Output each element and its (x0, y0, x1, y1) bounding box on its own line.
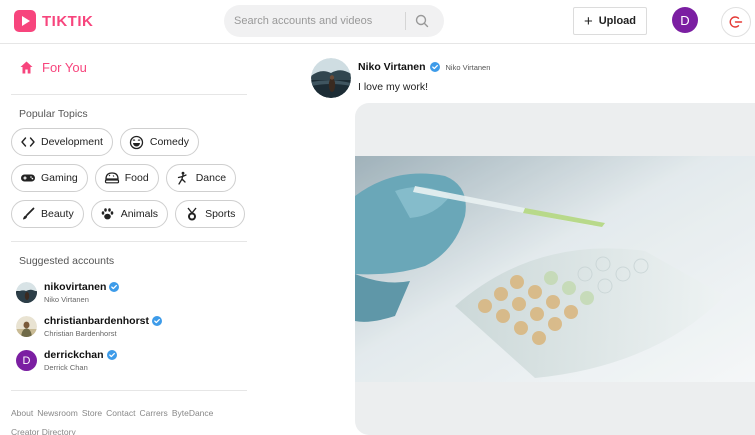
search-bar (224, 5, 444, 37)
user-avatar[interactable]: D (672, 7, 698, 33)
divider (11, 390, 247, 391)
footer-links: About Newsroom Store Contact Carrers Byt… (11, 408, 213, 418)
topic-label: Development (41, 136, 103, 148)
post-author-name: Niko Virtanen (358, 61, 426, 73)
post-author-avatar[interactable] (311, 58, 351, 98)
video-card (355, 103, 755, 435)
footer-link-careers[interactable]: Carrers (139, 408, 167, 418)
topic-label: Animals (120, 208, 159, 220)
footer-link-contact[interactable]: Contact (106, 408, 135, 418)
topic-label: Food (124, 172, 149, 184)
topic-food[interactable]: Food (94, 164, 159, 192)
suggested-account-christianbardenhorst[interactable]: christianbardenhorst Christian Bardenhor… (16, 315, 163, 338)
post-caption: I love my work! (358, 81, 429, 93)
account-display-name: Derrick Chan (44, 363, 88, 372)
post-author[interactable]: Niko Virtanen Niko Virtanen (358, 61, 490, 73)
footer-link-bytedance[interactable]: ByteDance (172, 408, 214, 418)
topic-sports[interactable]: Sports (175, 200, 246, 228)
topic-animals[interactable]: Animals (90, 200, 169, 228)
dance-icon (175, 170, 191, 186)
footer-link-newsroom[interactable]: Newsroom (37, 408, 78, 418)
popular-topics-title: Popular Topics (19, 108, 88, 120)
suggested-account-derrickchan[interactable]: D derrickchan Derrick Chan (16, 349, 117, 372)
account-username: christianbardenhorst (44, 315, 150, 327)
divider (11, 241, 247, 242)
post-author-handle: Niko Virtanen (445, 62, 491, 72)
account-display-name: Niko Virtanen (44, 295, 89, 304)
search-input[interactable] (224, 15, 404, 27)
footer-link-creator-directory[interactable]: Creator Directory (11, 427, 76, 435)
topic-label: Comedy (149, 136, 189, 148)
logo-icon (14, 10, 36, 32)
topic-beauty[interactable]: Beauty (11, 200, 84, 228)
logout-button[interactable] (721, 7, 751, 37)
account-display-name: Christian Bardenhorst (44, 329, 117, 338)
code-icon (20, 134, 36, 150)
topic-label: Sports (205, 208, 236, 220)
paw-icon (100, 206, 116, 222)
logo-text: TIKTIK (42, 12, 94, 30)
app-logo[interactable]: TIKTIK (14, 10, 93, 32)
food-icon (104, 170, 120, 186)
logout-icon (729, 16, 743, 28)
avatar (16, 316, 37, 337)
search-icon[interactable] (414, 13, 430, 29)
footer-link-about[interactable]: About (11, 408, 33, 418)
for-you-label: For You (42, 60, 87, 75)
sidebar: For You Popular Topics Development Comed… (0, 45, 260, 435)
topic-label: Dance (195, 172, 227, 184)
upload-label: Upload (598, 15, 637, 27)
verified-badge-icon (106, 350, 117, 360)
plus-icon: + (583, 12, 593, 30)
divider (11, 94, 247, 95)
account-username: nikovirtanen (44, 281, 107, 293)
topic-label: Beauty (41, 208, 74, 220)
avatar (16, 282, 37, 303)
for-you-link[interactable]: For You (19, 60, 87, 75)
suggested-accounts-title: Suggested accounts (19, 255, 115, 267)
brush-icon (20, 206, 36, 222)
topics-list: Development Comedy Gaming Food Dance Bea… (11, 128, 251, 228)
footer-link-store[interactable]: Store (82, 408, 102, 418)
verified-badge-icon (152, 316, 163, 326)
search-divider (405, 12, 406, 30)
verified-badge-icon (109, 282, 120, 292)
medal-icon (184, 206, 200, 222)
video-player[interactable] (355, 156, 755, 382)
upload-button[interactable]: + Upload (573, 7, 647, 35)
avatar: D (16, 350, 37, 371)
home-icon (20, 61, 33, 74)
topic-comedy[interactable]: Comedy (119, 128, 199, 156)
verified-badge-icon (429, 62, 440, 72)
topic-dance[interactable]: Dance (165, 164, 237, 192)
topic-gaming[interactable]: Gaming (11, 164, 88, 192)
topic-label: Gaming (41, 172, 78, 184)
suggested-account-nikovirtanen[interactable]: nikovirtanen Niko Virtanen (16, 281, 120, 304)
topic-development[interactable]: Development (11, 128, 113, 156)
gamepad-icon (20, 170, 36, 186)
account-username: derrickchan (44, 349, 104, 361)
top-navbar: TIKTIK + Upload D (0, 0, 755, 44)
laugh-emoji-icon (129, 134, 145, 150)
